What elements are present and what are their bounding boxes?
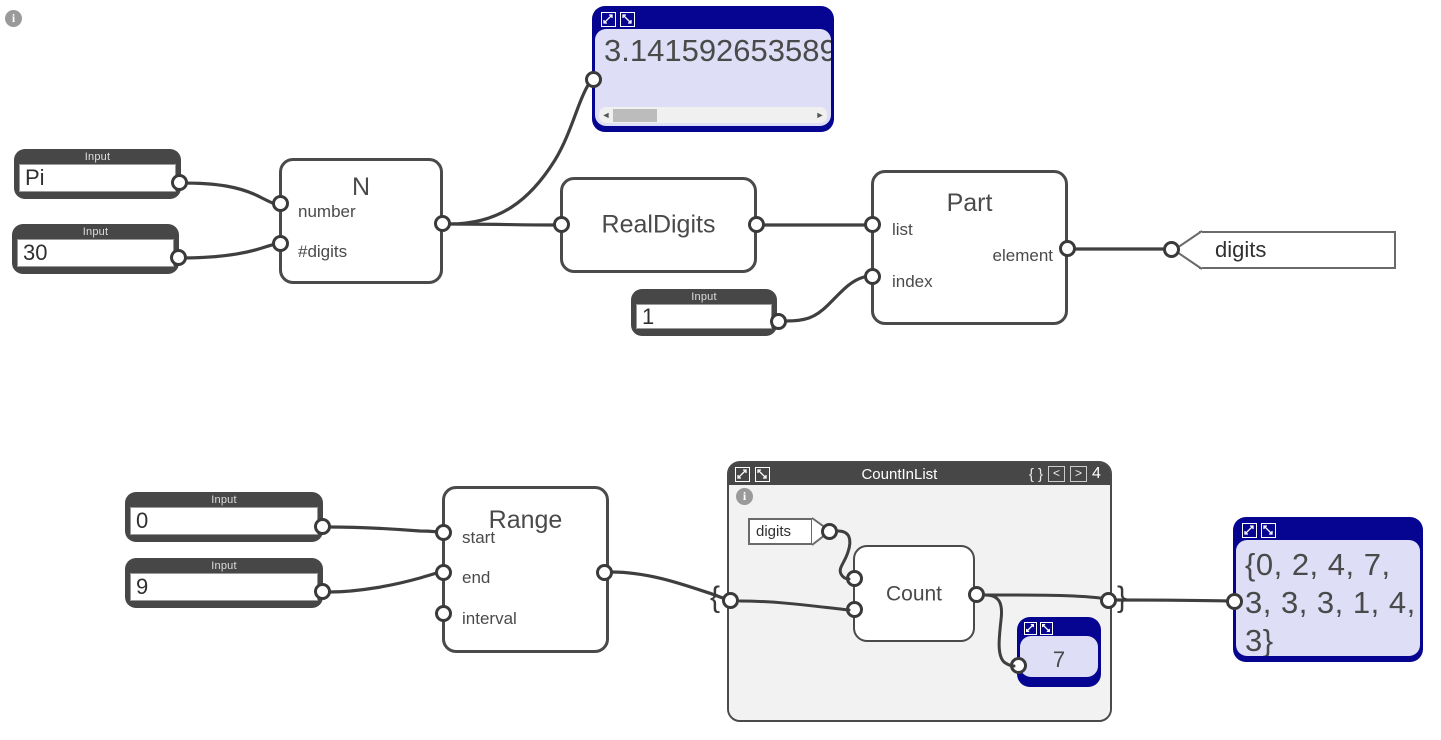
- expand-icon[interactable]: [601, 11, 616, 27]
- input-node-header: Input: [84, 151, 111, 163]
- input-port-range-interval[interactable]: [435, 605, 452, 622]
- port-label-start: start: [462, 528, 496, 547]
- input-node-value[interactable]: 9: [130, 573, 318, 601]
- braces-label: { }: [1028, 465, 1043, 483]
- input-node-1[interactable]: Input 1: [631, 289, 777, 336]
- function-node-realdigits[interactable]: RealDigits: [560, 177, 757, 273]
- container-output-port[interactable]: [1100, 592, 1117, 609]
- scroll-left-icon[interactable]: ◄: [599, 110, 613, 120]
- input-node-0[interactable]: Input 0: [125, 492, 323, 542]
- scroll-right-icon[interactable]: ►: [813, 110, 827, 120]
- output-port-part-element[interactable]: [1059, 240, 1076, 257]
- function-node-n[interactable]: N number #digits: [279, 158, 443, 284]
- output-port-1[interactable]: [770, 313, 787, 330]
- input-node-header: Input: [82, 226, 109, 238]
- port-label-digits: #digits: [298, 242, 348, 261]
- input-port-count-b[interactable]: [846, 601, 863, 618]
- input-port-part-index[interactable]: [864, 268, 881, 285]
- input-node-pi[interactable]: Input Pi: [14, 149, 181, 199]
- input-node-header: Input: [211, 494, 237, 506]
- input-port-range-start[interactable]: [435, 524, 452, 541]
- right-brace-glyph: }: [1117, 581, 1128, 614]
- expand-icon[interactable]: [735, 466, 750, 482]
- result-node-toolbar: [595, 9, 831, 29]
- input-node-value[interactable]: 0: [130, 507, 318, 535]
- output-port-pi[interactable]: [171, 174, 188, 191]
- collapse-icon[interactable]: [1040, 621, 1053, 635]
- result-scrollbar[interactable]: ◄ ►: [599, 107, 827, 123]
- function-node-title: N: [351, 173, 371, 201]
- function-node-range[interactable]: Range start end interval: [442, 486, 609, 653]
- input-port-range-end[interactable]: [435, 564, 452, 581]
- result-node-toolbar: [1020, 620, 1098, 636]
- input-port-n-digits[interactable]: [272, 235, 289, 252]
- port-label-element: element: [992, 246, 1053, 265]
- variable-assign-digits[interactable]: digits: [1199, 231, 1396, 269]
- output-port-digits-read[interactable]: [821, 523, 838, 540]
- output-port-realdigits[interactable]: [748, 216, 765, 233]
- scrollbar-track[interactable]: [613, 108, 813, 122]
- function-node-title: RealDigits: [601, 210, 716, 239]
- next-slice-button[interactable]: >: [1070, 466, 1087, 482]
- result-node-body: 7: [1020, 636, 1098, 677]
- info-icon[interactable]: i: [5, 10, 22, 27]
- result-node-body: {0, 2, 4, 7, 3, 3, 3, 1, 4, 3}: [1236, 540, 1420, 656]
- output-port-n[interactable]: [434, 215, 451, 232]
- result-node-body: 3.141592653589 ◄ ►: [595, 29, 831, 126]
- port-label-index: index: [892, 272, 933, 291]
- container-title: CountInList: [861, 465, 938, 483]
- input-node-header: Input: [211, 560, 237, 572]
- output-port-0[interactable]: [314, 518, 331, 535]
- input-port-part-list[interactable]: [864, 216, 881, 233]
- input-port-count-a[interactable]: [846, 570, 863, 587]
- port-label-list: list: [892, 220, 913, 239]
- container-input-port[interactable]: [722, 592, 739, 609]
- collapse-icon[interactable]: [620, 11, 635, 27]
- variable-read-digits[interactable]: digits: [748, 518, 813, 545]
- input-port-n-number[interactable]: [272, 195, 289, 212]
- result-node-toolbar: [1236, 520, 1420, 540]
- variable-name: digits: [1215, 237, 1267, 262]
- output-port-count[interactable]: [968, 586, 985, 603]
- input-port-final-result[interactable]: [1226, 593, 1243, 610]
- result-node-value: {0, 2, 4, 7, 3, 3, 3, 1, 4, 3}: [1245, 547, 1416, 656]
- input-port-pi-result[interactable]: [585, 71, 602, 88]
- collapse-icon[interactable]: [1261, 522, 1276, 538]
- variable-name: digits: [756, 523, 792, 540]
- node-graph-canvas: i Input Pi Input 30 N number #digits 3.1…: [0, 0, 1441, 740]
- output-port-range[interactable]: [596, 564, 613, 581]
- port-label-interval: interval: [462, 609, 517, 628]
- result-node-count-value[interactable]: 7: [1017, 617, 1101, 687]
- input-node-9[interactable]: Input 9: [125, 558, 323, 608]
- scrollbar-thumb[interactable]: [613, 108, 657, 122]
- port-label-number: number: [298, 202, 356, 221]
- result-node-final-list[interactable]: {0, 2, 4, 7, 3, 3, 3, 1, 4, 3}: [1233, 517, 1423, 662]
- input-node-30[interactable]: Input 30: [12, 224, 179, 274]
- input-port-count-result[interactable]: [1010, 657, 1027, 674]
- collapse-icon[interactable]: [755, 466, 770, 482]
- input-node-value[interactable]: Pi: [19, 164, 176, 192]
- prev-slice-button[interactable]: <: [1048, 466, 1065, 482]
- port-label-end: end: [462, 568, 491, 587]
- result-node-pi-value[interactable]: 3.141592653589 ◄ ►: [592, 6, 834, 132]
- function-node-part[interactable]: Part list index element: [871, 170, 1068, 325]
- left-brace-glyph: {: [710, 581, 721, 614]
- expand-icon[interactable]: [1024, 621, 1037, 635]
- info-icon[interactable]: i: [736, 488, 753, 505]
- input-port-realdigits[interactable]: [553, 216, 570, 233]
- input-node-value[interactable]: 1: [636, 304, 772, 329]
- slice-index-label: 4: [1092, 465, 1101, 482]
- output-port-9[interactable]: [314, 583, 331, 600]
- function-node-title: Count: [885, 582, 943, 605]
- input-node-header: Input: [691, 291, 717, 303]
- output-port-30[interactable]: [170, 249, 187, 266]
- result-node-value: 7: [1052, 647, 1066, 672]
- function-node-count[interactable]: Count: [853, 545, 975, 642]
- container-header[interactable]: CountInList { } < > 4: [729, 463, 1110, 485]
- input-port-digits-assign[interactable]: [1163, 241, 1180, 258]
- result-node-value: 3.141592653589: [604, 33, 831, 68]
- expand-icon[interactable]: [1242, 522, 1257, 538]
- input-node-value[interactable]: 30: [17, 239, 174, 267]
- function-node-title: Part: [946, 189, 993, 217]
